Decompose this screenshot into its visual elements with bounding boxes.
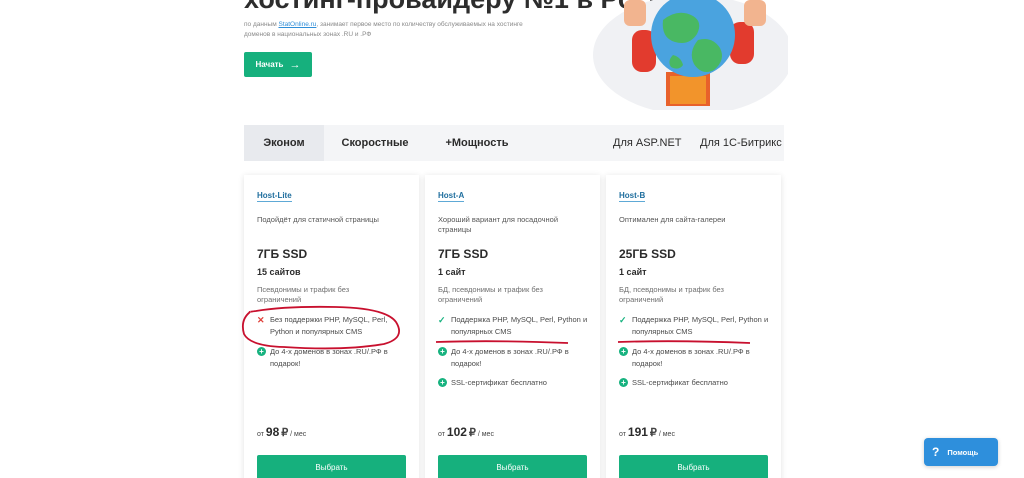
- check-icon: ✓: [619, 315, 627, 325]
- feature-ssl: + SSL-сертификат бесплатно: [619, 377, 769, 389]
- tariff-disk: 7ГБ SSD: [257, 247, 308, 261]
- feature-php-label: Поддержка PHP, MySQL, Perl, Python и поп…: [632, 315, 769, 336]
- plus-icon: +: [438, 347, 447, 356]
- feature-ssl-label: SSL-сертификат бесплатно: [632, 378, 728, 387]
- start-button[interactable]: Начать →: [244, 52, 312, 77]
- choose-button[interactable]: Выбрать: [619, 455, 768, 478]
- feature-php: ✓ Поддержка PHP, MySQL, Perl, Python и п…: [619, 314, 769, 338]
- tariff-sites: 1 сайт: [619, 267, 647, 277]
- price-currency: ₽: [649, 427, 657, 439]
- tariff-domains: Псевдонимы и трафик без ограничений: [257, 285, 350, 304]
- tariff-name[interactable]: Host-A: [438, 191, 465, 202]
- help-label: Помощь: [947, 447, 979, 457]
- hero-note: по данным StatOnline.ru, занимает первое…: [244, 20, 534, 40]
- tariff-tabs: Эконом Скоростные +Мощность Для ASP.NET …: [244, 125, 784, 161]
- choose-button[interactable]: Выбрать: [257, 455, 406, 478]
- tariff-disk: 7ГБ SSD: [438, 247, 489, 261]
- price-value: 102: [446, 425, 467, 439]
- price-prefix: от: [257, 431, 264, 438]
- feature-domains-label: До 4-х доменов в зонах .RU/.РФ в подарок…: [632, 347, 750, 368]
- feature-php: ✓ Поддержка PHP, MySQL, Perl, Python и п…: [438, 314, 588, 338]
- arrow-right-icon: →: [289, 58, 301, 71]
- tariff-card-host-a: Host-A Хороший вариант для посадочной ст…: [425, 175, 600, 478]
- feature-domains-label: До 4-х доменов в зонах .RU/.РФ в подарок…: [451, 347, 569, 368]
- price-currency: ₽: [468, 427, 476, 439]
- tariff-price: от 98 ₽ / мес: [257, 425, 306, 439]
- tariff-description: Оптимален для сайта-галереи: [619, 215, 726, 224]
- feature-ssl: + SSL-сертификат бесплатно: [438, 377, 588, 389]
- tab-ekonom[interactable]: Эконом: [244, 125, 324, 161]
- plus-icon: +: [619, 378, 628, 387]
- price-period: / мес: [477, 431, 494, 438]
- tariff-description: Подойдёт для статичной страницы: [257, 215, 379, 224]
- tariff-name[interactable]: Host-Lite: [257, 191, 292, 202]
- question-icon: ?: [932, 445, 940, 459]
- tariff-domains: БД, псевдонимы и трафик без ограничений: [619, 285, 724, 304]
- feature-ssl-label: SSL-сертификат бесплатно: [451, 378, 547, 387]
- statonline-link[interactable]: StatOnline.ru: [278, 21, 316, 28]
- tariff-price: от 102 ₽ / мес: [438, 425, 494, 439]
- tariff-sites: 1 сайт: [438, 267, 466, 277]
- tariff-name[interactable]: Host-B: [619, 191, 646, 202]
- plus-icon: +: [619, 347, 628, 356]
- help-button[interactable]: ? Помощь: [924, 438, 998, 466]
- choose-button[interactable]: Выбрать: [438, 455, 587, 478]
- start-button-label: Начать: [255, 60, 284, 69]
- tab-1c-bitrix[interactable]: Для 1С-Битрикс: [700, 125, 782, 161]
- feature-domains: + До 4-х доменов в зонах .RU/.РФ в подар…: [257, 346, 407, 370]
- tab-skorostnye[interactable]: Скоростные: [324, 125, 426, 161]
- tab-moshchnost[interactable]: +Мощность: [426, 125, 528, 161]
- feature-php-label: Поддержка PHP, MySQL, Perl, Python и поп…: [451, 315, 588, 336]
- feature-php-label: Без поддержки PHP, MySQL, Perl, Python и…: [270, 315, 388, 336]
- price-prefix: от: [619, 431, 626, 438]
- feature-domains-label: До 4-х доменов в зонах .RU/.РФ в подарок…: [270, 347, 388, 368]
- tariff-sites: 15 сайтов: [257, 267, 301, 277]
- plus-icon: +: [438, 378, 447, 387]
- feature-domains: + До 4-х доменов в зонах .RU/.РФ в подар…: [619, 346, 769, 370]
- feature-domains: + До 4-х доменов в зонах .RU/.РФ в подар…: [438, 346, 588, 370]
- globe-illustration: [588, 0, 793, 115]
- price-value: 191: [627, 425, 648, 439]
- tariff-price: от 191 ₽ / мес: [619, 425, 675, 439]
- tariff-card-host-b: Host-B Оптимален для сайта-галереи 25ГБ …: [606, 175, 781, 478]
- price-period: / мес: [290, 431, 307, 438]
- hero-note-prefix: по данным: [244, 21, 279, 28]
- price-currency: ₽: [281, 427, 289, 439]
- check-icon: ✓: [438, 315, 446, 325]
- tariff-disk: 25ГБ SSD: [619, 247, 676, 261]
- cross-icon: ✕: [257, 315, 265, 325]
- tariff-domains: БД, псевдонимы и трафик без ограничений: [438, 285, 543, 304]
- price-value: 98: [265, 425, 280, 439]
- feature-php: ✕ Без поддержки PHP, MySQL, Perl, Python…: [257, 314, 407, 338]
- tab-asp-net[interactable]: Для ASP.NET: [613, 125, 682, 161]
- price-period: / мес: [658, 431, 675, 438]
- tariff-card-host-lite: Host-Lite Подойдёт для статичной страниц…: [244, 175, 419, 478]
- price-prefix: от: [438, 431, 445, 438]
- plus-icon: +: [257, 347, 266, 356]
- tariff-description: Хороший вариант для посадочной страницы: [438, 215, 559, 234]
